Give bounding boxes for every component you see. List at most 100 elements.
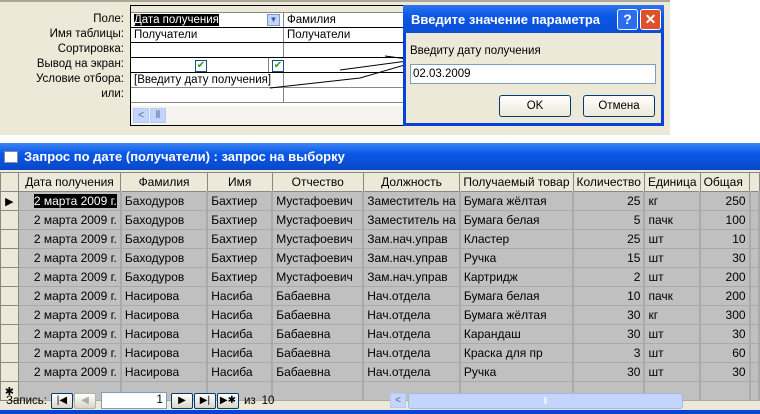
table-cell[interactable]: Ручка (459, 248, 575, 268)
table-cell[interactable]: Насиба (206, 286, 274, 306)
table-row[interactable]: 2 марта 2009 г. Баходуров Бахтиер Мустафоев… (0, 267, 760, 287)
table-cell[interactable]: Бумага белая (459, 210, 575, 230)
table-cell[interactable]: Бумага жёлтая (459, 191, 575, 211)
table-cell[interactable]: Зам.нач.управ (362, 267, 461, 287)
table-cell[interactable]: 10 (699, 229, 751, 249)
table-cell[interactable]: 200 (699, 267, 751, 287)
table-cell[interactable]: Бахтиер (206, 248, 274, 268)
table-cell[interactable]: Бабаевна (271, 324, 365, 344)
scroll-thumb[interactable]: ⦀ (150, 108, 166, 123)
grid-scrollbar[interactable]: < ⦀ (131, 106, 404, 125)
current-record-icon[interactable]: ▶ (0, 191, 19, 211)
table-cell[interactable]: Нач.отдела (362, 324, 461, 344)
parameter-input[interactable] (410, 64, 656, 84)
column-header[interactable]: Имя (206, 172, 273, 192)
table-row[interactable]: 2 марта 2009 г. Насирова Насиба Бабаевна Нач… (0, 324, 760, 344)
table-cell[interactable]: 30 (572, 362, 646, 382)
table-cell[interactable]: 30 (699, 248, 751, 268)
table-cell[interactable]: Баходуров (120, 229, 209, 249)
table-cell[interactable]: шт (643, 229, 702, 249)
prev-record-icon[interactable]: ◀ (73, 392, 96, 409)
table-cell[interactable]: Насиба (206, 362, 274, 382)
column-header[interactable]: Общая (699, 172, 751, 192)
table-cell[interactable]: Бумага жёлтая (459, 305, 575, 325)
table-cell[interactable]: 3 (572, 343, 646, 363)
table-cell[interactable]: Картридж (459, 267, 575, 287)
table-cell[interactable]: Бахтиер (206, 191, 274, 211)
table-cell[interactable]: Мустафоевич (271, 210, 365, 230)
table-cell[interactable]: 2 марта 2009 г. (17, 305, 122, 325)
table-cell[interactable]: Баходуров (120, 248, 209, 268)
column-header[interactable]: Дата получения (17, 172, 122, 192)
row-selector[interactable] (0, 343, 19, 363)
row-selector[interactable] (0, 286, 19, 306)
table-cell[interactable]: 30 (572, 324, 646, 344)
table-cell[interactable]: 100 (699, 210, 751, 230)
ok-button[interactable]: OK (499, 95, 571, 117)
table-cell-partial[interactable] (749, 343, 760, 363)
table-cell-partial[interactable] (749, 210, 760, 230)
table-cell[interactable]: кг (643, 305, 702, 325)
table-cell[interactable]: 2 марта 2009 г. (17, 267, 122, 287)
table-cell[interactable]: Бумага белая (459, 286, 575, 306)
table-cell-partial[interactable] (749, 286, 760, 306)
table-cell[interactable]: Бабаевна (271, 343, 365, 363)
table-cell[interactable]: Нач.отдела (362, 343, 461, 363)
table-cell[interactable]: шт (643, 267, 702, 287)
table-cell[interactable]: шт (643, 248, 702, 268)
table-cell[interactable]: 2 марта 2009 г. (17, 286, 122, 306)
table-cell[interactable]: Насиба (206, 343, 274, 363)
column-header[interactable]: Отчество (271, 172, 364, 192)
table-cell[interactable]: 2 марта 2009 г. (17, 343, 122, 363)
table-cell[interactable]: Мустафоевич (271, 191, 365, 211)
first-record-icon[interactable]: |◀ (50, 392, 73, 409)
column-header[interactable]: Единица (643, 172, 701, 192)
table-row[interactable]: 2 марта 2009 г. Насирова Насиба Бабаевна Нач… (0, 286, 760, 306)
table-cell[interactable]: 2 марта 2009 г. (17, 191, 122, 211)
table-row[interactable]: ▶ 2 марта 2009 г. Баходуров Бахтиер Мустафое… (0, 191, 760, 211)
table-cell[interactable]: Бахтиер (206, 229, 274, 249)
row-selector-header[interactable] (0, 172, 19, 192)
row-selector[interactable] (0, 324, 19, 344)
table-cell[interactable]: Нач.отдела (362, 286, 461, 306)
table-cell[interactable]: Карандаш (459, 324, 575, 344)
row-selector[interactable] (0, 229, 19, 249)
column-header[interactable]: Получаемый товар (459, 172, 574, 192)
table-cell[interactable]: Мустафоевич (271, 229, 365, 249)
column-header[interactable]: Должность (362, 172, 461, 192)
table-cell[interactable]: шт (643, 343, 702, 363)
table-cell[interactable]: Баходуров (120, 267, 209, 287)
table-cell[interactable]: Зам.нач.управ (362, 229, 461, 249)
table-cell[interactable]: 30 (699, 362, 751, 382)
table-cell[interactable]: Ручка (459, 362, 575, 382)
table-cell-partial[interactable] (749, 248, 760, 268)
table-cell[interactable]: Бахтиер (206, 267, 274, 287)
table-row[interactable]: 2 марта 2009 г. Баходуров Бахтиер Мустафоев… (0, 210, 760, 230)
new-record-icon[interactable]: ▶✱ (216, 392, 239, 409)
row-selector[interactable] (0, 267, 19, 287)
row-selector[interactable] (0, 248, 19, 268)
table-cell[interactable]: кг (643, 191, 702, 211)
table-cell[interactable]: Бабаевна (271, 305, 365, 325)
table-cell[interactable]: Насирова (120, 343, 209, 363)
table-cell-partial[interactable] (749, 305, 760, 325)
scroll-thumb[interactable]: ⦀ (408, 393, 683, 409)
scroll-left-icon[interactable]: < (133, 108, 149, 123)
table-cell[interactable]: Заместитель на (362, 191, 461, 211)
table-cell-partial[interactable] (749, 191, 760, 211)
table-cell[interactable]: 5 (572, 210, 646, 230)
last-record-icon[interactable]: ▶| (193, 392, 216, 409)
table-cell-partial[interactable] (749, 229, 760, 249)
table-cell[interactable]: 2 марта 2009 г. (17, 324, 122, 344)
table-cell[interactable]: Мустафоевич (271, 267, 365, 287)
table-cell[interactable]: 2 марта 2009 г. (17, 362, 122, 382)
table-cell[interactable]: 200 (699, 286, 751, 306)
row-selector[interactable] (0, 362, 19, 382)
record-number-input[interactable]: 1 (100, 392, 167, 409)
table-cell[interactable]: 2 марта 2009 г. (17, 210, 122, 230)
close-icon[interactable]: ✕ (640, 8, 661, 30)
table-row[interactable]: 2 марта 2009 г. Насирова Насиба Бабаевна Нач… (0, 343, 760, 363)
table-row[interactable]: 2 марта 2009 г. Баходуров Бахтиер Мустафоев… (0, 248, 760, 268)
table-cell[interactable]: пачк (643, 286, 702, 306)
table-cell[interactable]: шт (643, 362, 702, 382)
